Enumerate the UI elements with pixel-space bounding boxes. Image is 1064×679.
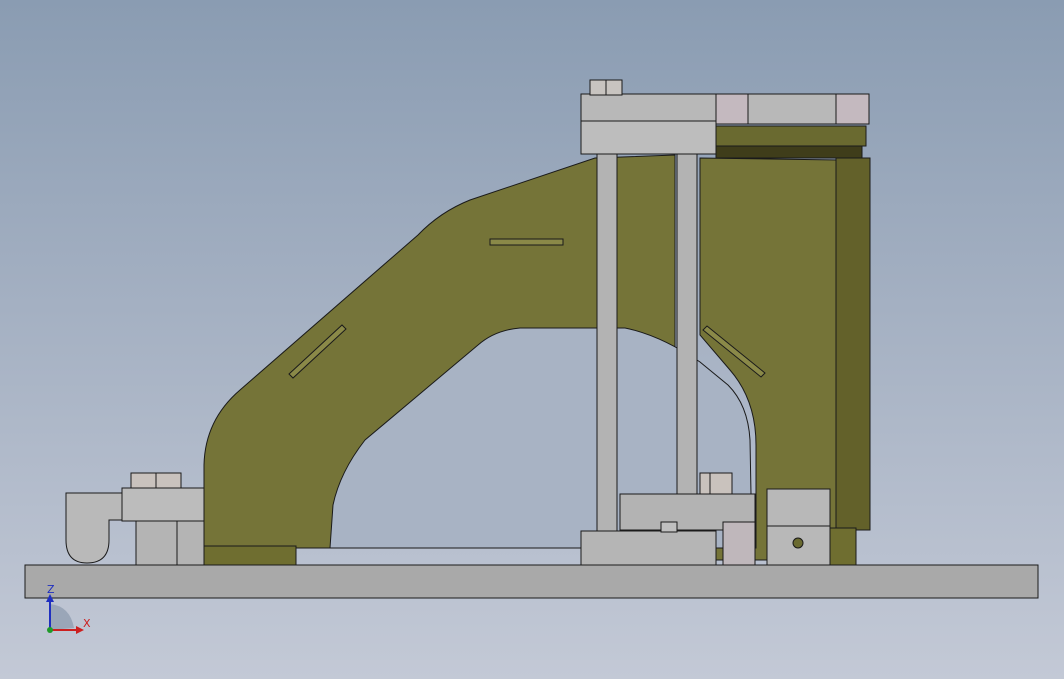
- z-axis-label: Z: [47, 583, 55, 596]
- left-hook-block[interactable]: [121, 487, 205, 522]
- top-band-shadow: [715, 145, 863, 159]
- triad-y-quadrant: [50, 604, 74, 630]
- 3d-viewport[interactable]: Z X: [0, 0, 1064, 679]
- clamp-slide-step: [660, 521, 678, 533]
- x-axis-label: X: [83, 617, 91, 630]
- right-foot: [829, 527, 857, 566]
- left-hook[interactable]: [65, 492, 123, 564]
- top-cap-end: [835, 93, 870, 125]
- model-view[interactable]: Z X: [0, 0, 1064, 679]
- left-support-block: [135, 520, 205, 566]
- left-foot: [203, 545, 297, 566]
- guide-rod-right[interactable]: [676, 153, 698, 531]
- clamp-pin: [722, 521, 756, 566]
- pivot-block[interactable]: [766, 488, 831, 527]
- y-axis-dot: [47, 627, 53, 633]
- top-cap-right-highlight: [715, 93, 749, 125]
- clamp-bolt-head[interactable]: [699, 472, 733, 495]
- guide-rod-left[interactable]: [596, 153, 618, 533]
- top-guide-block[interactable]: [580, 120, 717, 155]
- slot-top: [489, 238, 564, 246]
- base-plate[interactable]: [24, 564, 1039, 599]
- top-band: [715, 125, 867, 147]
- rod-base-block[interactable]: [580, 530, 717, 566]
- right-side-face: [835, 157, 871, 531]
- pivot-hole: [792, 537, 804, 549]
